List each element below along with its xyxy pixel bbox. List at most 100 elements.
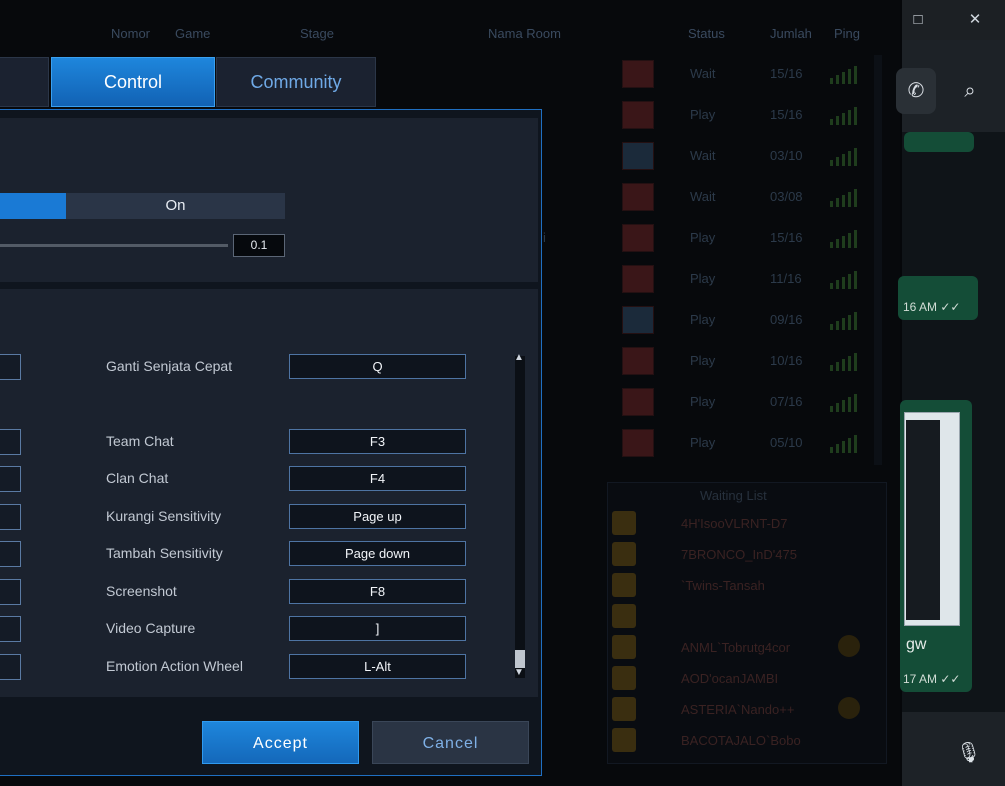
room-status: Wait (690, 148, 716, 163)
room-player-count: 15/16 (770, 107, 803, 122)
keybind-field[interactable]: L-Alt (289, 654, 466, 679)
keybind-label: Emotion Action Wheel (106, 658, 243, 674)
clan-badge-icon (838, 635, 860, 657)
message-bubble (904, 132, 974, 152)
keybind-field[interactable]: Q (289, 354, 466, 379)
keybind-field[interactable]: Page down (289, 541, 466, 566)
message-timestamp: 17 AM ✓✓ (903, 672, 961, 686)
message-timestamp: 16 AM ✓✓ (903, 300, 961, 314)
room-status: Play (690, 230, 716, 245)
room-status: Play (690, 312, 716, 327)
ping-bars-icon (830, 189, 858, 207)
keybind-label: Video Capture (106, 620, 196, 636)
keybind-field[interactable]: F3 (289, 429, 466, 454)
room-status: Play (690, 271, 716, 286)
accept-button[interactable]: Accept (202, 721, 359, 764)
keybind-field[interactable]: ] (289, 616, 466, 641)
sensitivity-slider[interactable] (0, 244, 228, 247)
player-name[interactable]: 4H'IsooVLRNT-D7 (681, 516, 788, 531)
ping-bars-icon (830, 66, 858, 84)
room-map-thumbnail (622, 142, 654, 170)
room-player-count: 15/16 (770, 230, 803, 245)
room-player-count: 15/16 (770, 66, 803, 81)
player-rank-avatar (612, 604, 636, 628)
player-name[interactable]: ASTERIA`Nando++ (681, 702, 794, 717)
room-map-thumbnail (622, 60, 654, 88)
waiting-list-title: Waiting List (700, 488, 767, 503)
keybind-field-left[interactable] (0, 654, 21, 680)
player-rank-avatar (612, 728, 636, 752)
player-rank-avatar (612, 697, 636, 721)
keybind-field-left[interactable] (0, 466, 21, 492)
toggle-off-option[interactable] (0, 193, 66, 219)
player-name[interactable]: BACOTAJALO`Bobo (681, 733, 801, 748)
keybind-label: Ganti Senjata Cepat (106, 358, 233, 374)
room-status: Play (690, 353, 716, 368)
scroll-up-icon[interactable]: ▲ (514, 352, 524, 363)
ping-bars-icon (830, 353, 858, 371)
tab-previous[interactable] (0, 57, 49, 107)
room-list-scrollbar[interactable] (874, 55, 882, 465)
close-icon[interactable]: ✕ (964, 10, 986, 30)
keybind-field-left[interactable] (0, 579, 21, 605)
keybind-label: Tambah Sensitivity (106, 545, 223, 561)
player-name[interactable]: ANML`Tobrutg4cor (681, 640, 790, 655)
maximize-icon[interactable]: □ (907, 10, 929, 30)
room-player-count: 11/16 (770, 271, 802, 286)
keybind-label: Kurangi Sensitivity (106, 508, 222, 524)
keybind-field[interactable]: F8 (289, 579, 466, 604)
microphone-icon[interactable]: 🎙 (956, 740, 981, 765)
search-icon[interactable]: ⌕ (950, 68, 990, 114)
keybind-field-left[interactable] (0, 541, 21, 567)
room-player-count: 03/10 (770, 148, 803, 163)
ping-bars-icon (830, 312, 858, 330)
toggle-on-option[interactable]: On (66, 193, 285, 219)
room-player-count: 03/08 (770, 189, 803, 204)
room-status: Play (690, 435, 716, 450)
message-text: gw (906, 636, 927, 653)
ping-bars-icon (830, 394, 858, 412)
cancel-button[interactable]: Cancel (372, 721, 529, 764)
ping-bars-icon (830, 107, 858, 125)
tab-control[interactable]: Control (51, 57, 215, 107)
player-name[interactable]: `Twins-Tansah (681, 578, 765, 593)
room-map-thumbnail (622, 347, 654, 375)
room-map-thumbnail (622, 265, 654, 293)
call-icon[interactable]: ✆ (896, 68, 936, 114)
room-status: Play (690, 394, 716, 409)
column-header-nama-room: Nama Room (488, 26, 561, 41)
room-status: Wait (690, 66, 716, 81)
column-header-ping: Ping (834, 26, 861, 41)
ping-bars-icon (830, 230, 858, 248)
player-rank-avatar (612, 542, 636, 566)
keybind-field[interactable]: F4 (289, 466, 466, 491)
keybind-field-left[interactable] (0, 354, 21, 380)
player-rank-avatar (612, 573, 636, 597)
keybind-field-left[interactable] (0, 429, 21, 455)
keybind-field-left[interactable] (0, 616, 21, 642)
slider-value-field[interactable]: 0.1 (233, 234, 285, 257)
keybind-label: Screenshot (106, 583, 177, 599)
room-player-count: 09/16 (770, 312, 803, 327)
column-header-nomor: Nomor (111, 26, 151, 41)
tab-community[interactable]: Community (216, 57, 376, 107)
keybind-scrollbar[interactable] (515, 356, 525, 678)
room-map-thumbnail (622, 388, 654, 416)
room-map-thumbnail (622, 101, 654, 129)
column-header-game: Game (175, 26, 211, 41)
player-name[interactable]: AOD'ocanJAMBI (681, 671, 778, 686)
player-rank-avatar (612, 511, 636, 535)
ping-bars-icon (830, 271, 858, 289)
keybind-field-left[interactable] (0, 504, 21, 530)
player-rank-avatar (612, 635, 636, 659)
keybind-label: Clan Chat (106, 470, 169, 486)
scrollbar-thumb[interactable] (515, 650, 525, 668)
room-name-fragment: i (543, 230, 546, 245)
room-player-count: 05/10 (770, 435, 803, 450)
player-name[interactable]: 7BRONCO_InD'475 (681, 547, 797, 562)
keybind-field[interactable]: Page up (289, 504, 466, 529)
player-rank-avatar (612, 666, 636, 690)
column-header-jumlah: Jumlah (770, 26, 812, 41)
scroll-down-icon[interactable]: ▼ (514, 667, 524, 678)
column-header-status: Status (688, 26, 725, 41)
